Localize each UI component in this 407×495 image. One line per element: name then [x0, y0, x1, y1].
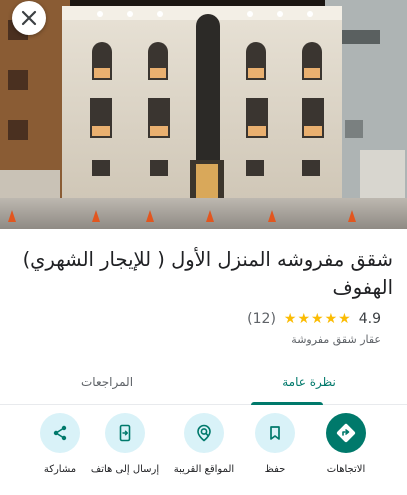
save-button[interactable]: حفظ	[235, 413, 315, 475]
tab-reviews[interactable]: المراجعات	[47, 360, 167, 403]
send-to-phone-button-circle	[105, 413, 145, 453]
rating-value: 4.9	[358, 311, 381, 327]
star-icon: ★	[297, 311, 311, 327]
star-icon: ★	[338, 311, 351, 327]
send-to-phone-icon	[119, 424, 131, 442]
share-button[interactable]: مشاركة	[20, 413, 100, 475]
rating-stars: ★ ★ ★ ★ ★	[284, 312, 351, 326]
directions-button[interactable]: الاتجاهات	[306, 413, 386, 475]
active-tab-indicator	[251, 402, 323, 405]
directions-label: الاتجاهات	[326, 464, 366, 475]
save-button-circle	[255, 413, 295, 453]
save-label: حفظ	[264, 464, 286, 475]
tab-overview[interactable]: نظرة عامة	[259, 360, 359, 403]
place-photo[interactable]	[0, 0, 407, 229]
nearby-button[interactable]: المواقع القريبة	[164, 413, 244, 475]
directions-icon	[336, 423, 356, 443]
share-label: مشاركة	[43, 464, 77, 475]
star-icon: ★	[324, 311, 338, 327]
rating-row[interactable]: 4.9 ★ ★ ★ ★ ★ (12)	[247, 311, 381, 327]
share-button-circle	[40, 413, 80, 453]
action-bar: الاتجاهات حفظ المواقع القريبة إرسال إلى …	[0, 413, 407, 493]
place-category[interactable]: عقار شقق مفروشة	[291, 333, 381, 346]
nearby-label: المواقع القريبة	[173, 464, 235, 475]
star-icon: ★	[311, 311, 324, 327]
close-button[interactable]	[12, 1, 46, 35]
send-to-phone-label: إرسال إلى هاتف	[90, 464, 160, 475]
building-photo	[0, 0, 407, 229]
share-icon	[53, 425, 67, 441]
review-count[interactable]: (12)	[247, 311, 276, 327]
star-icon: ★	[283, 311, 297, 327]
directions-button-circle	[326, 413, 366, 453]
place-title: شقق مفروشه المنزل الأول ( للإيجار الشهري…	[22, 248, 393, 299]
nearby-button-circle	[184, 413, 224, 453]
nearby-icon	[197, 424, 211, 442]
close-icon	[21, 10, 37, 26]
place-tabs: نظرة عامة المراجعات	[0, 360, 407, 405]
bookmark-icon	[270, 426, 280, 440]
